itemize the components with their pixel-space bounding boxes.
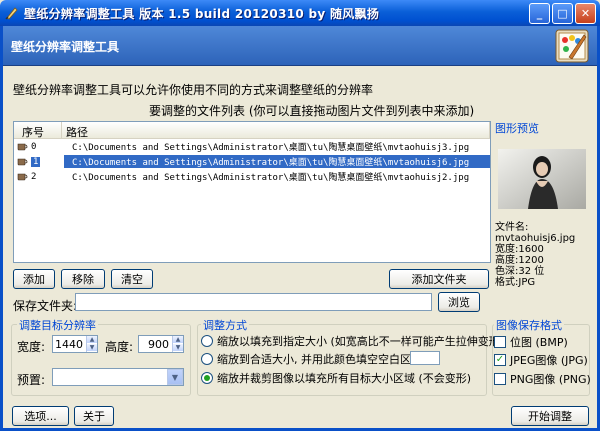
width-value: 1440 [55,337,83,351]
resize-mode-group-title: 调整方式 [201,317,249,333]
header-banner: 壁纸分辨率调整工具 [3,26,597,66]
mode-option-stretch[interactable]: 缩放以填充到指定大小 (如宽高比不一样可能产生拉伸变形) [201,333,504,349]
file-list-caption: 要调整的文件列表 (你可以直接拖动图片文件到列表中来添加) [149,104,475,118]
save-folder-label: 保存文件夹: [13,299,78,313]
remove-button[interactable]: 移除 [61,269,105,289]
mode-option-fit[interactable]: 缩放到合适大小, 并用此颜色填空空白区域 [201,351,422,367]
column-header-index[interactable]: 序号 [14,122,62,139]
chevron-up-icon[interactable]: ▲ [87,336,97,344]
description-text: 壁纸分辨率调整工具可以允许你使用不同的方式来调整壁纸的分辨率 [13,83,374,97]
width-stepper[interactable]: 1440 ▲ ▼ [52,335,98,353]
add-folder-button[interactable]: 添加文件夹 [389,269,489,289]
start-button[interactable]: 开始调整 [511,406,589,426]
mode-option-crop[interactable]: 缩放并裁剪图像以填充所有目标大小区域 (不会变形) [201,370,471,386]
height-label: 高度: [105,340,134,354]
table-row[interactable]: 2 C:\Documents and Settings\Administrato… [14,169,490,184]
chevron-down-icon[interactable]: ▼ [87,344,97,352]
close-icon[interactable]: ✕ [575,3,596,24]
main-content: 壁纸分辨率调整工具可以允许你使用不同的方式来调整壁纸的分辨率 要调整的文件列表 … [3,66,597,428]
preset-label: 预置: [17,373,46,387]
radio-button[interactable] [201,372,213,384]
image-height: 高度:1200 [495,255,544,266]
file-list-header: 序号 路径 [14,122,490,139]
checkbox[interactable] [494,373,506,385]
format-option-bmp[interactable]: 位图 (BMP) [494,334,568,350]
row-index: 2 [31,171,37,182]
format-option-png[interactable]: PNG图像 (PNG) [494,371,591,387]
row-index: 1 [29,155,42,168]
file-list[interactable]: 序号 路径 0 C:\Documents and Settings\Admini… [13,121,491,263]
checkbox-checked[interactable]: ✓ [494,354,506,366]
row-path: C:\Documents and Settings\Administrator\… [72,143,470,153]
height-value: 900 [148,337,169,351]
resolution-group-title: 调整目标分辨率 [17,317,98,333]
window-title: 壁纸分辨率调整工具 版本 1.5 build 20120310 by 随风飘扬 [24,6,380,21]
image-file-icon [17,157,28,166]
format-group-title: 图像保存格式 [494,317,564,333]
preview-label: 图形预览 [495,122,539,135]
image-file-icon [17,142,28,151]
image-format: 格式:JPG [495,277,536,288]
add-button[interactable]: 添加 [13,269,55,289]
options-button[interactable]: 选项... [12,406,69,426]
height-stepper[interactable]: 900 ▲ ▼ [138,335,184,353]
paint-palette-icon [555,29,589,63]
image-depth: 色深:32 位 [495,266,545,277]
filename-value: mvtaohuisj6.jpg [495,233,576,244]
radio-button[interactable] [201,353,213,365]
filename-label: 文件名: [495,222,529,233]
table-row-selected[interactable]: 1 C:\Documents and Settings\Administrato… [14,154,490,169]
mode-option-label: 缩放到合适大小, 并用此颜色填空空白区域 [217,353,422,366]
mode-option-label: 缩放并裁剪图像以填充所有目标大小区域 (不会变形) [217,372,472,385]
preview-image [498,149,586,209]
row-path: C:\Documents and Settings\Administrator\… [72,173,470,183]
browse-button[interactable]: 浏览 [438,292,480,312]
minimize-icon[interactable]: _ [529,3,550,24]
table-row[interactable]: 0 C:\Documents and Settings\Administrato… [14,139,490,154]
about-button[interactable]: 关于 [74,406,114,426]
chevron-down-icon[interactable]: ▼ [173,344,183,352]
fill-color-box[interactable] [410,351,440,365]
radio-button[interactable] [201,335,213,347]
clear-button[interactable]: 清空 [111,269,153,289]
preset-select[interactable]: ▼ [52,368,184,386]
chevron-down-icon[interactable]: ▼ [167,369,183,385]
save-folder-input[interactable] [75,293,432,311]
image-file-icon [17,172,28,181]
format-option-label: 位图 (BMP) [510,336,568,349]
format-option-label: PNG图像 (PNG) [510,373,591,386]
checkbox[interactable] [494,336,506,348]
row-index: 0 [31,141,37,152]
width-label: 宽度: [17,340,46,354]
format-option-jpg[interactable]: ✓ JPEG图像 (JPG) [494,352,588,368]
image-width: 宽度:1600 [495,244,544,255]
format-option-label: JPEG图像 (JPG) [510,354,588,367]
chevron-up-icon[interactable]: ▲ [173,336,183,344]
row-path: C:\Documents and Settings\Administrator\… [64,155,490,168]
maximize-icon[interactable]: □ [552,3,573,24]
mode-option-label: 缩放以填充到指定大小 (如宽高比不一样可能产生拉伸变形) [217,335,505,348]
image-info: 文件名: mvtaohuisj6.jpg 宽度:1600 高度:1200 色深:… [495,222,575,288]
column-header-path[interactable]: 路径 [62,122,490,139]
banner-title: 壁纸分辨率调整工具 [11,40,120,54]
title-bar[interactable]: 壁纸分辨率调整工具 版本 1.5 build 20120310 by 随风飘扬 … [0,0,600,26]
app-icon [4,5,20,21]
